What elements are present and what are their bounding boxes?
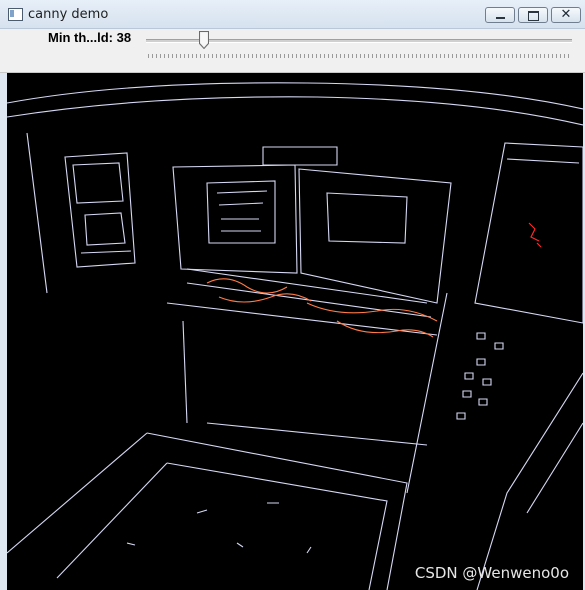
csdn-watermark: CSDN @Wenweno0o bbox=[414, 564, 569, 582]
canny-edge-image: CSDN @Wenweno0o bbox=[7, 73, 583, 590]
min-threshold-slider-thumb[interactable] bbox=[198, 31, 209, 49]
app-window-icon bbox=[8, 8, 23, 21]
min-threshold-label: Min th...ld: 38 bbox=[48, 30, 132, 45]
edge-render bbox=[7, 82, 583, 590]
minimize-button[interactable] bbox=[485, 7, 515, 23]
maximize-button[interactable] bbox=[518, 7, 548, 23]
slider-tick-marks bbox=[148, 54, 570, 58]
canny-demo-window: canny demo ✕ Min th...ld: 38 CSDN @Wenwe… bbox=[0, 0, 585, 590]
trackbar-panel: Min th...ld: 38 bbox=[0, 29, 585, 73]
title-bar[interactable]: canny demo ✕ bbox=[0, 0, 585, 29]
window-title: canny demo bbox=[28, 7, 109, 22]
close-button[interactable]: ✕ bbox=[551, 7, 581, 23]
min-threshold-slider-track[interactable] bbox=[146, 39, 572, 43]
close-icon: ✕ bbox=[560, 7, 572, 22]
